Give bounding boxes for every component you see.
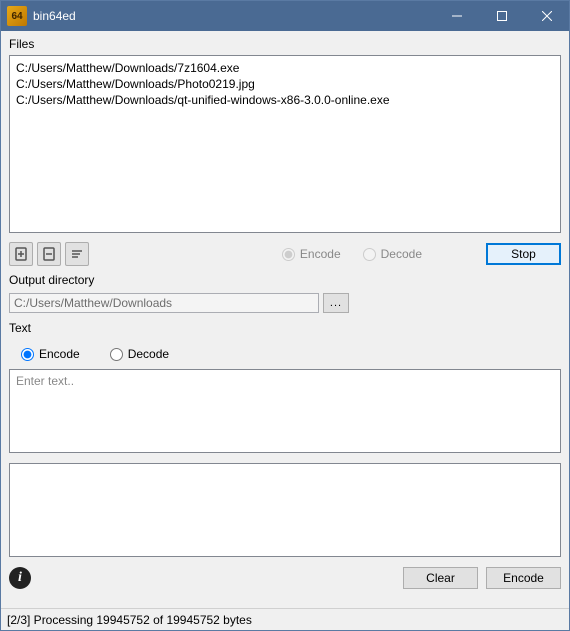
encode-button[interactable]: Encode [486, 567, 561, 589]
file-item[interactable]: C:/Users/Matthew/Downloads/Photo0219.jpg [16, 76, 554, 92]
bottom-toolbar: i Clear Encode [9, 567, 561, 589]
output-dir-input[interactable] [9, 293, 319, 313]
text-input[interactable] [9, 369, 561, 453]
clear-files-button[interactable] [65, 242, 89, 266]
files-list[interactable]: C:/Users/Matthew/Downloads/7z1604.exeC:/… [9, 55, 561, 233]
add-file-button[interactable] [9, 242, 33, 266]
text-encode-radio[interactable]: Encode [21, 347, 80, 361]
file-encode-label: Encode [300, 247, 341, 261]
text-decode-radio[interactable]: Decode [110, 347, 169, 361]
stop-button[interactable]: Stop [486, 243, 561, 265]
status-text: [2/3] Processing 19945752 of 19945752 by… [7, 613, 252, 627]
file-decode-label: Decode [381, 247, 422, 261]
text-label: Text [9, 321, 561, 335]
output-dir-row: ... [9, 293, 561, 313]
browse-button[interactable]: ... [323, 293, 349, 313]
maximize-button[interactable] [479, 1, 524, 31]
window-title: bin64ed [33, 9, 434, 23]
window-body: Files C:/Users/Matthew/Downloads/7z1604.… [1, 31, 569, 608]
close-button[interactable] [524, 1, 569, 31]
output-dir-label: Output directory [9, 273, 561, 287]
text-mode-radios: Encode Decode [9, 339, 561, 367]
text-decode-label: Decode [128, 347, 169, 361]
app-window: 64 bin64ed Files C:/Users/Matthew/Downlo… [0, 0, 570, 631]
files-label: Files [9, 37, 561, 51]
app-icon: 64 [7, 6, 27, 26]
window-controls [434, 1, 569, 31]
clear-button[interactable]: Clear [403, 567, 478, 589]
file-decode-radio[interactable]: Decode [363, 247, 422, 261]
info-button[interactable]: i [9, 567, 31, 589]
remove-file-button[interactable] [37, 242, 61, 266]
file-item[interactable]: C:/Users/Matthew/Downloads/qt-unified-wi… [16, 92, 554, 108]
file-item[interactable]: C:/Users/Matthew/Downloads/7z1604.exe [16, 60, 554, 76]
file-mode-radios: Encode Decode [282, 247, 422, 261]
text-output[interactable] [9, 463, 561, 557]
status-bar: [2/3] Processing 19945752 of 19945752 by… [1, 608, 569, 630]
files-toolbar: Encode Decode Stop [9, 239, 561, 269]
minimize-button[interactable] [434, 1, 479, 31]
titlebar: 64 bin64ed [1, 1, 569, 31]
file-encode-radio[interactable]: Encode [282, 247, 341, 261]
text-encode-label: Encode [39, 347, 80, 361]
